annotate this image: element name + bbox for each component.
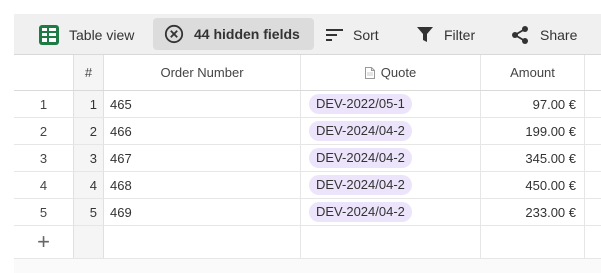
quote-cell[interactable]: DEV-2024/04-2 xyxy=(301,199,481,225)
table-row[interactable]: 2 2 466 DEV-2024/04-2 199.00 € xyxy=(14,118,601,145)
amount-cell[interactable]: 97.00 € xyxy=(481,91,585,117)
share-label: Share xyxy=(540,26,578,43)
table-view-button[interactable]: Table view xyxy=(38,14,134,55)
index-cell[interactable]: 5 xyxy=(73,199,104,225)
bottom-strip xyxy=(14,259,601,273)
quote-cell[interactable]: DEV-2024/04-2 xyxy=(301,172,481,198)
header-quote[interactable]: Quote xyxy=(301,55,481,90)
order-number-cell[interactable]: 468 xyxy=(104,172,301,198)
data-table: # Order Number Quote Amount 1 1 465 DEV-… xyxy=(14,55,601,259)
hidden-fields-label: 44 hidden fields xyxy=(194,26,300,42)
share-nodes-icon xyxy=(510,25,530,45)
add-row-button[interactable]: + xyxy=(14,226,73,258)
document-icon xyxy=(364,66,375,79)
quote-cell[interactable]: DEV-2022/05-1 xyxy=(301,91,481,117)
quote-chip[interactable]: DEV-2024/04-2 xyxy=(309,202,412,222)
quote-chip[interactable]: DEV-2024/04-2 xyxy=(309,175,412,195)
amount-cell[interactable]: 233.00 € xyxy=(481,199,585,225)
header-order-number[interactable]: Order Number xyxy=(104,55,301,90)
table-row[interactable]: 3 3 467 DEV-2024/04-2 345.00 € xyxy=(14,145,601,172)
amount-cell[interactable]: 345.00 € xyxy=(481,145,585,171)
row-number: 3 xyxy=(39,150,48,166)
filter-button[interactable]: Filter xyxy=(417,14,475,55)
index-cell[interactable]: 3 xyxy=(73,145,104,171)
header-rownum-cell xyxy=(14,55,73,90)
filter-label: Filter xyxy=(444,26,476,43)
table-row[interactable]: 5 5 469 DEV-2024/04-2 233.00 € xyxy=(14,199,601,226)
sort-button[interactable]: Sort xyxy=(326,14,379,55)
sort-label: Sort xyxy=(353,26,379,43)
add-row-quote-cell xyxy=(301,226,481,258)
amount-cell[interactable]: 199.00 € xyxy=(481,118,585,144)
order-number-cell[interactable]: 465 xyxy=(104,91,301,117)
quote-cell[interactable]: DEV-2024/04-2 xyxy=(301,145,481,171)
row-number: 5 xyxy=(39,204,48,220)
header-quote-label: Quote xyxy=(380,65,417,80)
row-number: 2 xyxy=(39,123,48,139)
header-amount[interactable]: Amount xyxy=(481,55,585,90)
table-view-label: Table view xyxy=(69,26,135,43)
quote-chip[interactable]: DEV-2024/04-2 xyxy=(309,121,412,141)
table-row[interactable]: 4 4 468 DEV-2024/04-2 450.00 € xyxy=(14,172,601,199)
quote-chip[interactable]: DEV-2022/05-1 xyxy=(309,94,412,114)
share-button[interactable]: Share xyxy=(510,14,577,55)
funnel-icon xyxy=(417,26,433,44)
header-index[interactable]: # xyxy=(73,55,104,90)
add-row-order-cell xyxy=(104,226,301,258)
table-row[interactable]: 1 1 465 DEV-2022/05-1 97.00 € xyxy=(14,91,601,118)
order-number-cell[interactable]: 466 xyxy=(104,118,301,144)
circle-x-icon xyxy=(164,24,184,44)
index-cell[interactable]: 1 xyxy=(73,91,104,117)
add-row[interactable]: + xyxy=(14,226,601,259)
amount-cell[interactable]: 450.00 € xyxy=(481,172,585,198)
add-row-index-cell xyxy=(73,226,104,258)
hidden-fields-button[interactable]: 44 hidden fields xyxy=(153,18,314,50)
toolbar: Table view 44 hidden fields Sort Filter … xyxy=(14,14,601,55)
quote-chip[interactable]: DEV-2024/04-2 xyxy=(309,148,412,168)
add-row-amount-cell xyxy=(481,226,585,258)
index-cell[interactable]: 4 xyxy=(73,172,104,198)
sort-lines-icon xyxy=(326,27,344,43)
order-number-cell[interactable]: 467 xyxy=(104,145,301,171)
quote-cell[interactable]: DEV-2024/04-2 xyxy=(301,118,481,144)
row-number: 1 xyxy=(39,96,48,112)
table-header-row: # Order Number Quote Amount xyxy=(14,55,601,91)
order-number-cell[interactable]: 469 xyxy=(104,199,301,225)
row-number: 4 xyxy=(39,177,48,193)
table-grid-icon xyxy=(38,24,60,46)
index-cell[interactable]: 2 xyxy=(73,118,104,144)
